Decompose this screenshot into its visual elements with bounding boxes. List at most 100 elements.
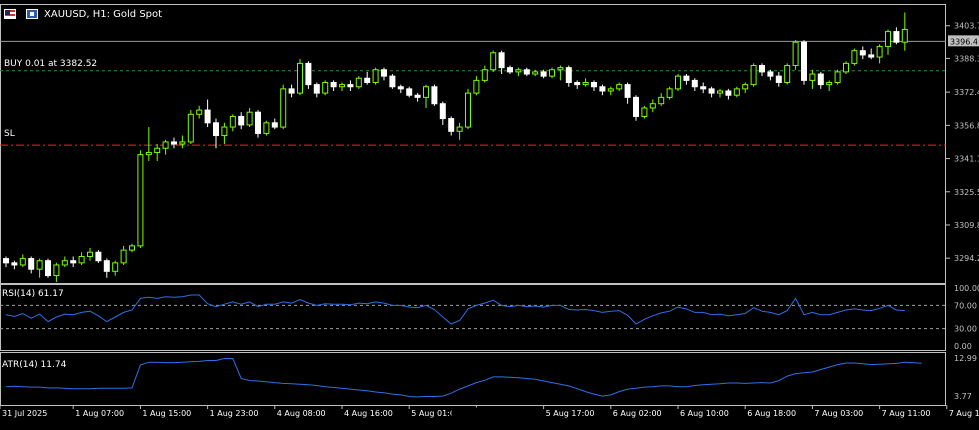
candle[interactable] [515, 69, 522, 73]
candle[interactable] [750, 65, 757, 86]
candle[interactable] [406, 88, 413, 96]
candle[interactable] [607, 88, 614, 92]
stop-loss-label[interactable]: SL [4, 129, 15, 139]
candle[interactable] [112, 262, 119, 272]
candle[interactable] [120, 249, 127, 264]
candle[interactable] [355, 77, 362, 88]
candle[interactable] [389, 75, 396, 88]
candle[interactable] [658, 96, 665, 105]
candle[interactable] [372, 69, 379, 84]
candle[interactable] [238, 115, 245, 126]
candle[interactable] [162, 141, 169, 149]
candle[interactable] [733, 88, 740, 96]
candle[interactable] [187, 113, 194, 143]
candle[interactable] [490, 52, 497, 71]
candle[interactable] [171, 141, 177, 145]
candle[interactable] [582, 82, 589, 86]
candle[interactable] [381, 69, 387, 77]
candle[interactable] [313, 84, 320, 94]
candle[interactable] [414, 94, 421, 98]
candle[interactable] [271, 122, 278, 128]
candle[interactable] [456, 126, 463, 132]
candle[interactable] [523, 69, 530, 75]
candle[interactable] [439, 103, 446, 120]
candle[interactable] [305, 62, 312, 86]
candle[interactable] [868, 54, 875, 58]
candle[interactable] [666, 88, 673, 98]
candle[interactable] [540, 71, 547, 77]
candle[interactable] [288, 88, 295, 94]
candle[interactable] [28, 258, 35, 270]
candle[interactable] [297, 62, 303, 94]
candle[interactable] [649, 103, 656, 109]
candle[interactable] [11, 262, 18, 266]
candle[interactable] [851, 50, 858, 64]
candle[interactable] [19, 258, 26, 266]
candle[interactable] [700, 86, 707, 90]
candle[interactable] [145, 152, 152, 156]
candle[interactable] [229, 115, 236, 128]
candle[interactable] [725, 90, 732, 96]
candle[interactable] [481, 69, 488, 81]
candle[interactable] [78, 255, 85, 264]
candle[interactable] [624, 84, 631, 98]
candle[interactable] [465, 92, 471, 128]
candle[interactable] [641, 107, 648, 117]
candle[interactable] [473, 79, 480, 94]
candle[interactable] [532, 71, 539, 75]
candle[interactable] [742, 84, 749, 90]
candle[interactable] [557, 67, 564, 71]
candle[interactable] [633, 96, 639, 117]
candle[interactable] [759, 65, 765, 73]
candle[interactable] [893, 31, 900, 43]
candle[interactable] [885, 31, 891, 47]
candle[interactable] [691, 79, 698, 88]
candle[interactable] [767, 71, 774, 77]
candle[interactable] [708, 88, 715, 94]
candle[interactable] [87, 251, 93, 257]
candle[interactable] [565, 67, 572, 84]
candle[interactable] [280, 88, 287, 128]
candle[interactable] [784, 65, 791, 84]
candle[interactable] [675, 75, 681, 90]
candle[interactable] [876, 45, 883, 58]
candle[interactable] [246, 111, 253, 126]
candle[interactable] [574, 82, 581, 86]
buy-order-label[interactable]: BUY 0.01 at 3382.52 [4, 59, 97, 69]
candle[interactable] [448, 118, 455, 132]
candle[interactable] [834, 71, 841, 84]
candle[interactable] [36, 260, 43, 270]
candle[interactable] [330, 82, 337, 88]
candle[interactable] [61, 260, 68, 266]
candle[interactable] [792, 41, 799, 67]
candle[interactable] [53, 264, 60, 277]
candle[interactable] [809, 73, 816, 81]
candle[interactable] [3, 258, 9, 264]
candle[interactable] [196, 109, 203, 115]
time-scroll-marker[interactable] [451, 407, 541, 423]
candle[interactable] [103, 260, 110, 272]
candle[interactable] [129, 245, 135, 251]
candle[interactable] [137, 154, 144, 247]
candle[interactable] [70, 260, 77, 264]
candle[interactable] [347, 84, 354, 88]
candle[interactable] [683, 75, 690, 81]
chart-canvas[interactable]: 3403.75 3388.35 3372.45 3356.80 3341.15 3325.… [0, 0, 979, 426]
candle[interactable] [901, 28, 908, 43]
candle[interactable] [859, 50, 866, 56]
candle[interactable] [801, 41, 807, 81]
candle[interactable] [599, 86, 606, 92]
candle[interactable] [204, 109, 211, 124]
candle[interactable] [775, 75, 782, 84]
candle[interactable] [591, 82, 597, 88]
candle[interactable] [95, 251, 102, 262]
candle[interactable] [507, 67, 513, 73]
candle[interactable] [154, 147, 161, 154]
candle[interactable] [263, 122, 270, 134]
candle[interactable] [498, 52, 505, 69]
candle[interactable] [339, 84, 345, 88]
chart-window[interactable]: 3403.75 3388.35 3372.45 3356.80 3341.15 3325.… [0, 0, 979, 426]
candle[interactable] [717, 90, 723, 94]
candle[interactable] [322, 82, 329, 94]
candle[interactable] [549, 69, 555, 77]
